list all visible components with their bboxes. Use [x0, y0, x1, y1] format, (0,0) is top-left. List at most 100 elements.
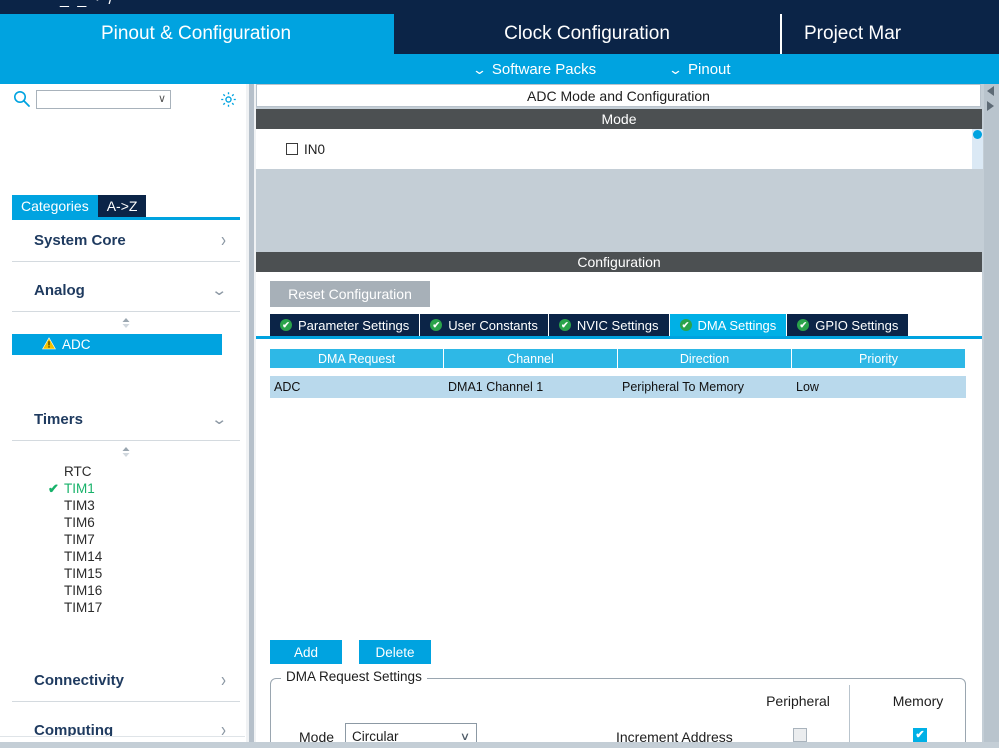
tab-label: DMA Settings	[697, 317, 777, 333]
checkbox-increment-peripheral[interactable]	[793, 728, 807, 742]
sidebar-item-label: ADC	[62, 337, 91, 352]
sidebar-group-timers[interactable]: Timers ⌄	[12, 399, 240, 441]
table-row[interactable]: ADC DMA1 Channel 1 Peripheral To Memory …	[270, 376, 966, 398]
expand-right-icon[interactable]	[987, 101, 994, 111]
sidebar-item-adc[interactable]: ADC	[12, 334, 222, 355]
table-column-header[interactable]: DMA Request	[270, 349, 444, 368]
chevron-down-icon: ∨	[157, 92, 166, 105]
sidebar-group-label: Analog	[34, 282, 85, 299]
search-icon	[12, 89, 32, 109]
configuration-section-header: Configuration	[256, 252, 982, 272]
tab-dma-settings[interactable]: ✔ DMA Settings	[669, 314, 788, 336]
tab-label: User Constants	[448, 317, 538, 333]
tab-parameter-settings[interactable]: ✔ Parameter Settings	[270, 314, 421, 336]
panel-splitter-handle[interactable]	[249, 84, 254, 748]
table-cell-priority: Low	[792, 376, 966, 398]
scrollbar-thumb-indicator[interactable]	[973, 130, 982, 139]
sidebar-item-tim15[interactable]: TIM15	[12, 565, 240, 582]
sub-tool-bar: ⌄ Software Packs ⌄ Pinout	[0, 54, 999, 84]
sidebar-group-analog[interactable]: Analog ⌄	[12, 270, 240, 312]
sidebar-search-row: ∨	[0, 84, 245, 114]
tab-a-to-z[interactable]: A->Z	[97, 195, 147, 217]
delete-button[interactable]: Delete	[359, 640, 431, 664]
chevron-right-icon: ›	[221, 669, 226, 692]
sidebar-item-tim6[interactable]: TIM6	[12, 514, 240, 531]
tab-clock-configuration[interactable]: Clock Configuration	[392, 14, 780, 54]
menu-pinout[interactable]: ⌄ Pinout	[667, 60, 731, 78]
check-circle-icon: ✔	[679, 319, 692, 331]
tab-user-constants[interactable]: ✔ User Constants	[420, 314, 549, 336]
tab-categories[interactable]: Categories	[12, 195, 98, 217]
table-column-header[interactable]: Priority	[792, 349, 966, 368]
sidebar-group-label: Timers	[34, 411, 83, 428]
sidebar-group-label: Connectivity	[34, 672, 125, 689]
column-header-peripheral: Peripheral	[766, 693, 830, 709]
reset-configuration-button[interactable]: Reset Configuration	[270, 281, 430, 307]
configuration-tab-underline	[256, 336, 982, 339]
check-icon: ✔	[48, 480, 59, 496]
sidebar-item-tim16[interactable]: TIM16	[12, 582, 240, 599]
tab-nvic-settings[interactable]: ✔ NVIC Settings	[548, 314, 670, 336]
table-column-header[interactable]: Channel	[444, 349, 618, 368]
chevron-down-icon: ⌄	[211, 282, 229, 299]
categories-sidebar: ∨ Categories A->Z System Core › Analog ⌄…	[0, 84, 245, 748]
window-title-ghost-text: _ _ · /	[60, 0, 115, 9]
timer-peripheral-list: RTC ✔ TIM1 TIM3 TIM6 TIM7 TIM14 TIM15 TI…	[12, 463, 240, 616]
check-circle-icon: ✔	[797, 319, 810, 331]
mode-scrollbar[interactable]	[972, 129, 983, 169]
checkbox-in0-label: IN0	[304, 141, 326, 157]
checkbox-increment-memory[interactable]: ✔	[913, 728, 927, 742]
search-input[interactable]: ∨	[36, 89, 171, 109]
tab-pinout-configuration[interactable]: Pinout & Configuration	[0, 14, 392, 54]
sidebar-group-label: System Core	[34, 232, 126, 249]
sidebar-group-system-core[interactable]: System Core ›	[12, 220, 240, 262]
table-cell-dma-request: ADC	[270, 376, 444, 398]
tab-label: GPIO Settings	[815, 317, 899, 333]
check-circle-icon: ✔	[558, 319, 571, 331]
adc-configuration-panel: ADC Mode and Configuration Mode IN0 Conf…	[256, 84, 984, 748]
sidebar-item-label: TIM3	[64, 498, 95, 513]
sidebar-item-rtc[interactable]: RTC	[12, 463, 240, 480]
sidebar-item-label: TIM6	[64, 515, 95, 530]
configuration-section-body: Reset Configuration ✔ Parameter Settings…	[256, 272, 982, 748]
add-button[interactable]: Add	[270, 640, 342, 664]
check-circle-icon: ✔	[430, 319, 443, 331]
collapse-left-icon[interactable]	[987, 86, 994, 96]
menu-software-packs[interactable]: ⌄ Software Packs	[472, 60, 597, 78]
sidebar-item-tim7[interactable]: TIM7	[12, 531, 240, 548]
main-tab-bar: Pinout & Configuration Clock Configurati…	[0, 14, 999, 54]
sidebar-group-connectivity[interactable]: Connectivity ›	[12, 660, 240, 702]
mode-section-body: IN0	[256, 129, 982, 169]
column-header-memory: Memory	[892, 693, 944, 709]
sidebar-group-list: System Core › Analog ⌄ ADC Timers ⌄ RTC …	[12, 220, 240, 748]
analog-scroll-spinner[interactable]	[12, 312, 240, 334]
dma-request-table: DMA Request Channel Direction Priority A…	[270, 349, 966, 398]
gear-icon[interactable]	[219, 90, 238, 109]
sidebar-item-tim1[interactable]: ✔ TIM1	[12, 480, 240, 497]
right-scrollbar[interactable]	[984, 84, 999, 748]
tab-project-manager[interactable]: Project Mar	[780, 14, 999, 54]
dma-request-settings-legend: DMA Request Settings	[281, 669, 427, 684]
menu-pinout-label: Pinout	[688, 60, 731, 78]
chevron-down-icon: ⌄	[211, 411, 229, 428]
timers-scroll-spinner[interactable]	[12, 441, 240, 463]
tab-gpio-settings[interactable]: ✔ GPIO Settings	[787, 314, 910, 336]
sidebar-item-tim3[interactable]: TIM3	[12, 497, 240, 514]
sidebar-item-tim17[interactable]: TIM17	[12, 599, 240, 616]
sidebar-view-tabs: Categories A->Z	[12, 195, 147, 217]
sidebar-item-label: TIM16	[64, 583, 103, 598]
table-column-header[interactable]: Direction	[618, 349, 792, 368]
chevron-down-icon: ⌄	[667, 61, 684, 77]
configuration-tab-bar: ✔ Parameter Settings ✔ User Constants ✔ …	[270, 314, 910, 336]
sidebar-item-label: TIM1	[64, 481, 95, 496]
stm32cubemx-window: _ _ · / Pinout & Configuration Clock Con…	[0, 0, 999, 748]
menu-software-packs-label: Software Packs	[491, 60, 597, 78]
checkbox-in0[interactable]	[286, 143, 298, 155]
sidebar-item-tim14[interactable]: TIM14	[12, 548, 240, 565]
mode-section-header: Mode	[256, 109, 982, 129]
